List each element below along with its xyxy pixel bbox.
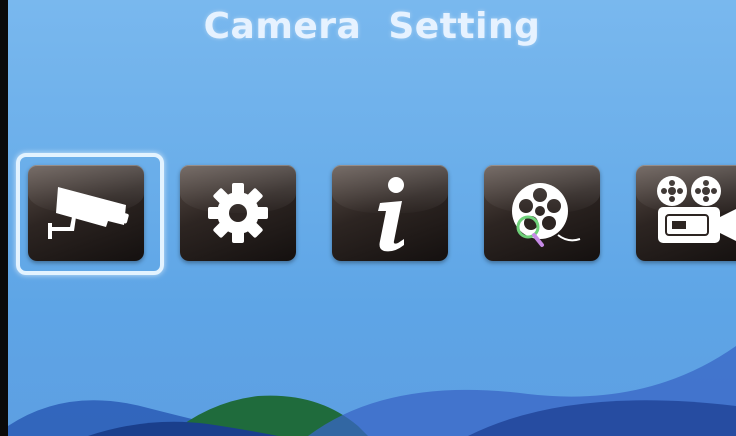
camera-setting-screen: Camera Setting (8, 0, 736, 436)
menu-item-playback[interactable] (484, 165, 600, 261)
film-reel-search-icon (512, 183, 581, 247)
movie-camera-icon (657, 176, 736, 243)
menu-item-settings[interactable] (180, 165, 296, 261)
settings-menu (8, 0, 736, 300)
gear-icon (208, 183, 268, 243)
info-icon (378, 177, 404, 252)
security-camera-icon (48, 187, 129, 239)
decorative-hills (8, 346, 736, 436)
menu-item-info[interactable] (332, 165, 448, 261)
menu-item-recording[interactable] (636, 165, 736, 261)
menu-item-camera[interactable] (28, 165, 144, 261)
